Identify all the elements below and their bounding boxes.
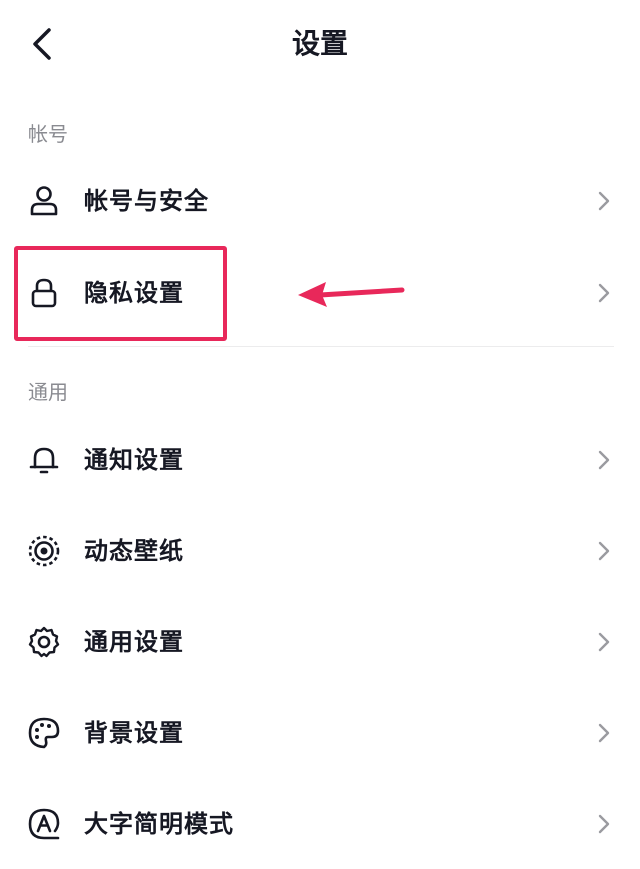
user-icon	[26, 183, 62, 219]
settings-item-notifications[interactable]: 通知设置	[0, 415, 640, 505]
settings-item-live-wallpaper[interactable]: 动态壁纸	[0, 506, 640, 596]
section-title-account: 帐号	[28, 122, 68, 146]
gear-icon	[26, 624, 62, 660]
chevron-right-icon	[596, 630, 612, 654]
chevron-right-icon	[596, 448, 612, 472]
settings-item-label: 背景设置	[84, 719, 184, 747]
settings-item-label: 大字简明模式	[84, 810, 234, 838]
font-size-icon	[26, 806, 62, 842]
settings-item-large-font-mode[interactable]: 大字简明模式	[0, 779, 640, 869]
annotation-highlight-box	[14, 246, 227, 341]
settings-item-label: 通用设置	[84, 628, 184, 656]
section-title-general: 通用	[28, 380, 68, 404]
annotation-arrow-left-icon	[298, 282, 405, 307]
palette-icon	[26, 715, 62, 751]
chevron-right-icon	[596, 189, 612, 213]
settings-item-general[interactable]: 通用设置	[0, 597, 640, 687]
chevron-right-icon	[596, 281, 612, 305]
section-divider	[28, 346, 614, 347]
chevron-right-icon	[596, 721, 612, 745]
bell-icon	[26, 442, 62, 478]
top-bar: 设置	[0, 0, 640, 90]
wallpaper-icon	[26, 533, 62, 569]
settings-item-account-security[interactable]: 帐号与安全	[0, 156, 640, 246]
settings-item-label: 动态壁纸	[84, 537, 184, 565]
settings-item-label: 通知设置	[84, 446, 184, 474]
page-title: 设置	[291, 27, 348, 60]
settings-item-label: 帐号与安全	[84, 187, 209, 215]
chevron-right-icon	[596, 812, 612, 836]
chevron-right-icon	[596, 539, 612, 563]
settings-item-background[interactable]: 背景设置	[0, 688, 640, 778]
